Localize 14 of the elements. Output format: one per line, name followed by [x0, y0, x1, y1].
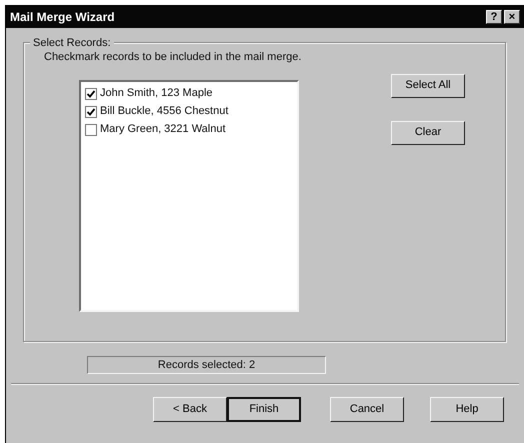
- back-button[interactable]: < Back: [153, 397, 227, 422]
- help-button[interactable]: ?: [486, 10, 502, 24]
- finish-button[interactable]: Finish: [227, 397, 301, 422]
- instruction-text: Checkmark records to be included in the mail merge.: [44, 50, 302, 65]
- record-item[interactable]: John Smith, 123 Maple: [85, 84, 293, 102]
- close-button[interactable]: ×: [504, 10, 520, 24]
- record-item[interactable]: Bill Buckle, 4556 Chestnut: [85, 102, 293, 120]
- select-all-button[interactable]: Select All: [391, 74, 465, 98]
- status-field: Records selected: 2: [87, 356, 326, 374]
- help-button[interactable]: Help: [430, 397, 504, 422]
- clear-button[interactable]: Clear: [391, 120, 465, 144]
- window-title: Mail Merge Wizard: [10, 9, 115, 26]
- record-item[interactable]: Mary Green, 3221 Walnut: [85, 120, 293, 138]
- cancel-button[interactable]: Cancel: [330, 397, 404, 422]
